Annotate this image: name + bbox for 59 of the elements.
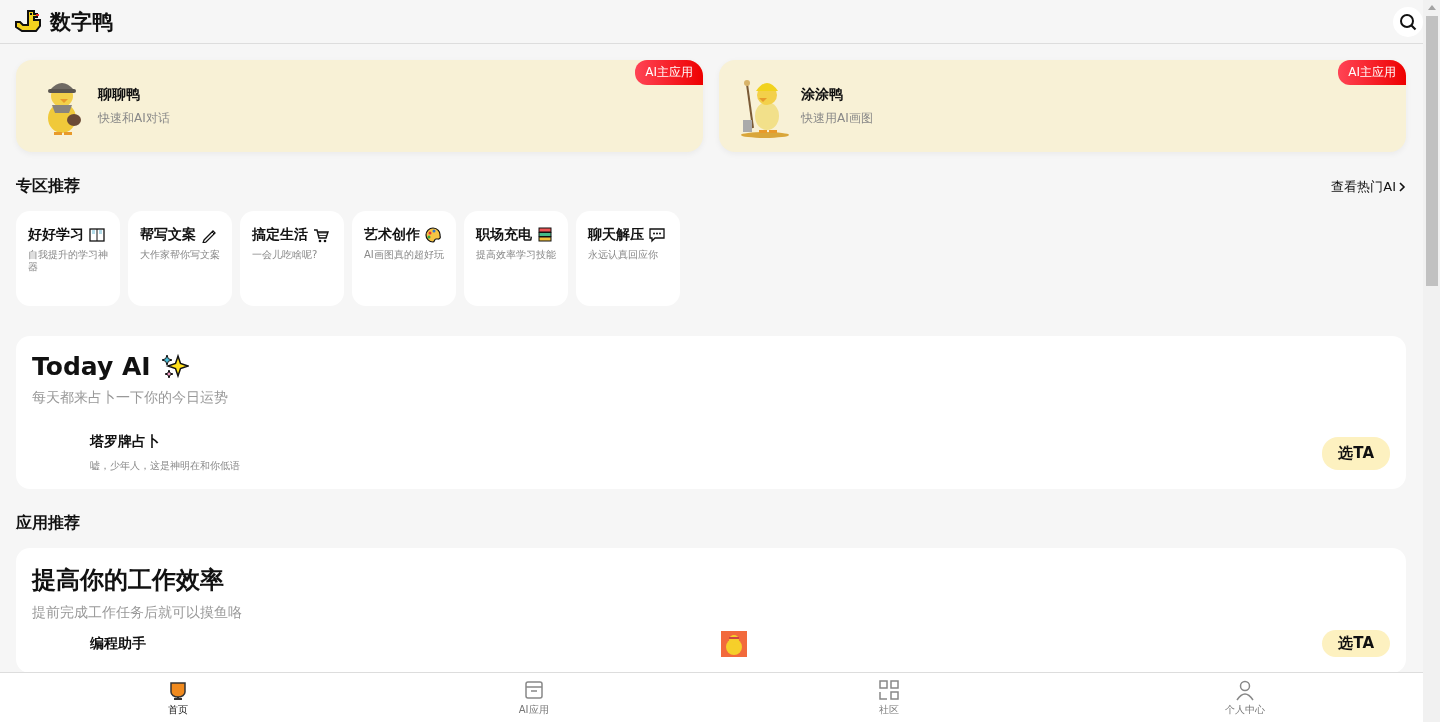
chevron-icon: [1399, 181, 1406, 192]
box-icon: [522, 678, 545, 701]
zone-title: 搞定生活: [252, 226, 308, 242]
person-icon: [1234, 678, 1257, 701]
zone-description: AI画图真的超好玩: [364, 249, 445, 261]
select-button[interactable]: 选TA: [1322, 436, 1390, 470]
tab[interactable]: AI应用: [355, 673, 712, 722]
scrollbar-thumb[interactable]: [1425, 16, 1438, 286]
badge: AI主应用: [635, 60, 703, 85]
tab[interactable]: 首页: [0, 673, 356, 722]
app-card[interactable]: 涂涂鸭 快速用AI画图 AI主应用: [719, 60, 1406, 152]
card-title: 提高你的工作效率: [32, 565, 225, 596]
zone-card[interactable]: 好好学习 自我提升的学习神器: [16, 211, 120, 306]
app-description: 快速用AI画图: [801, 109, 873, 127]
zone-card[interactable]: 职场充电 提高效率学习技能: [464, 211, 568, 306]
app-description: 嘘，少年人，这是神明在和你低语: [90, 459, 240, 473]
zone-title: 艺术创作: [364, 226, 420, 242]
zone-card[interactable]: 艺术创作 AI画图真的超好玩: [352, 211, 456, 306]
sparkle-icon: [160, 352, 189, 381]
app-name: 编程助手: [90, 634, 146, 653]
zone-title: 聊天解压: [588, 226, 644, 242]
zone-description: 自我提升的学习神器: [28, 249, 109, 273]
app-name: 塔罗牌占卜: [90, 433, 161, 451]
scrollbar[interactable]: [1423, 0, 1440, 722]
tab[interactable]: 个人中心: [1067, 673, 1423, 722]
app-name: 聊聊鸭: [98, 85, 141, 104]
zone-description: 提高效率学习技能: [476, 249, 557, 261]
zone-title: 职场充电: [476, 226, 532, 242]
section-title: 应用推荐: [16, 513, 81, 534]
zone-title: 好好学习: [28, 226, 84, 242]
card-title: Today AI: [32, 352, 151, 381]
zone-title: 帮写文案: [140, 226, 196, 242]
tab[interactable]: 社区: [711, 673, 1068, 722]
zone-description: 大作家帮你写文案: [140, 249, 221, 261]
grid-icon: [878, 678, 901, 701]
zone-card[interactable]: 聊天解压 永远认真回应你: [576, 211, 680, 306]
brand-name: 数字鸭: [50, 8, 113, 36]
books-icon: [536, 227, 553, 243]
search-icon: [1399, 12, 1417, 31]
search-button[interactable]: [1393, 6, 1423, 37]
zone-card[interactable]: 搞定生活 一会儿吃啥呢?: [240, 211, 344, 306]
zone-description: 一会儿吃啥呢?: [252, 249, 319, 261]
select-button[interactable]: 选TA: [1322, 630, 1390, 657]
zone-description: 永远认真回应你: [588, 249, 659, 261]
badge: AI主应用: [1338, 60, 1406, 85]
palette-icon: [424, 227, 441, 243]
card-subtitle: 每天都来占卜一下你的今日运势: [32, 389, 229, 407]
chat-icon: [648, 227, 665, 243]
section-title: 专区推荐: [16, 176, 80, 197]
app-card[interactable]: 聊聊鸭 快速和AI对话 AI主应用: [16, 60, 703, 152]
book-icon: [88, 227, 105, 243]
duck-icon: [14, 8, 42, 35]
more-link[interactable]: 查看热门AI: [1331, 177, 1406, 196]
zone-card[interactable]: 帮写文案 大作家帮你写文案: [128, 211, 232, 306]
card-subtitle: 提前完成工作任务后就可以摸鱼咯: [32, 604, 243, 622]
app-name: 涂涂鸭: [801, 85, 844, 104]
app-description: 快速和AI对话: [98, 109, 170, 127]
cart-icon: [312, 227, 329, 243]
scroll-up-icon[interactable]: [1427, 4, 1436, 10]
